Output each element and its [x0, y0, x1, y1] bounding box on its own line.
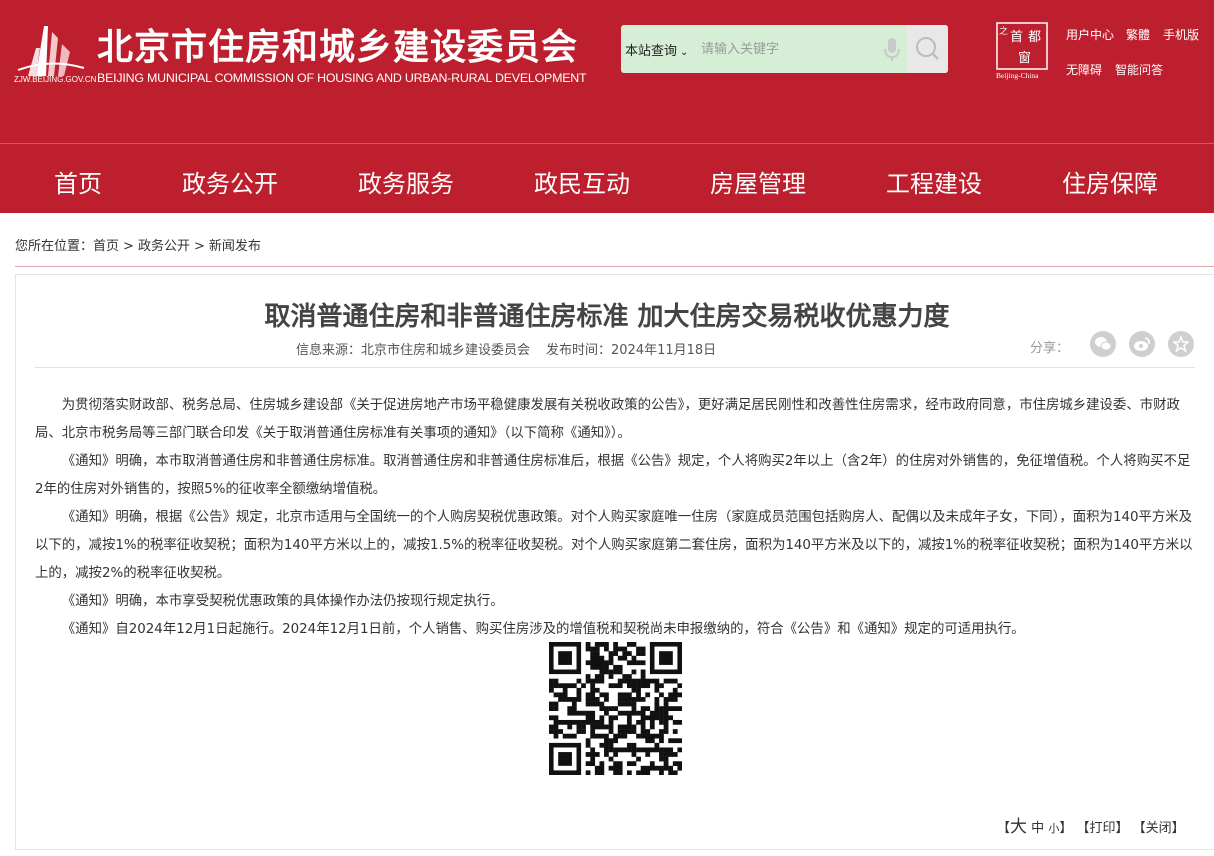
favorite-share-icon[interactable] [1168, 331, 1194, 357]
article-paragraph: 《通知》明确，本市取消普通住房和非普通住房标准。取消普通住房和非普通住房标准后，… [35, 454, 1191, 497]
microphone-icon[interactable] [883, 37, 901, 63]
search-icon [916, 37, 939, 60]
site-header: ZJW.BEIJING.GOV.CN 北京市住房和城乡建设委员会 BEIJING… [0, 0, 1214, 143]
weibo-icon [1134, 337, 1150, 351]
breadcrumb-news[interactable]: 新闻发布 [209, 239, 261, 254]
breadcrumb-prefix: 您所在位置： [15, 239, 94, 254]
link-user-center[interactable]: 用户中心 [1066, 26, 1114, 43]
breadcrumb-separator: > [123, 239, 134, 254]
search-button[interactable] [907, 25, 948, 73]
building-logo-icon[interactable] [14, 18, 86, 78]
link-traditional[interactable]: 繁體 [1126, 26, 1150, 43]
star-icon [1173, 336, 1189, 352]
link-accessibility[interactable]: 无障碍 [1066, 61, 1102, 78]
article-meta: 信息来源：北京市住房和城乡建设委员会 发布时间：2024年11月18日 [296, 339, 716, 358]
link-smart-qa[interactable]: 智能问答 [1115, 61, 1163, 78]
nav-housing-mgmt[interactable]: 房屋管理 [710, 164, 806, 199]
chevron-down-icon: ⌄ [680, 47, 689, 58]
link-mobile[interactable]: 手机版 [1163, 26, 1199, 43]
badge-char-1: 首 [1010, 30, 1023, 45]
badge-char-2: 都 [1028, 30, 1041, 45]
badge-caption: Beijing-China [996, 71, 1039, 80]
breadcrumb-separator: > [193, 239, 205, 254]
meta-divider [35, 367, 1195, 368]
article-title: 取消普通住房和非普通住房标准 加大住房交易税收优惠力度 [264, 302, 950, 332]
article-paragraph: 为贯彻落实财政部、税务总局、住房城乡建设部《关于促进房地产市场平稳健康发展有关税… [35, 398, 1180, 441]
capital-window-logo-icon[interactable]: 首 都 之 窗 Beijing-China [996, 22, 1048, 80]
share-label: 分享： [1030, 341, 1070, 356]
article-body: 为贯彻落实财政部、税务总局、住房城乡建设部《关于促进房地产市场平稳健康发展有关税… [35, 392, 1197, 644]
breadcrumb-divider [15, 266, 1214, 267]
breadcrumb-home[interactable]: 首页 [93, 239, 119, 254]
article-source: 信息来源：北京市住房和城乡建设委员会 [296, 343, 531, 358]
badge-char-3: 之 [999, 25, 1008, 37]
font-size-medium-button[interactable]: 中 [1031, 821, 1044, 836]
qr-code-icon [549, 642, 682, 775]
nav-gov-affairs[interactable]: 政务公开 [182, 164, 278, 199]
breadcrumb: 您所在位置：首页 > 政务公开 > 新闻发布 [15, 235, 265, 254]
bottom-divider [15, 849, 1214, 850]
article-date: 发布时间：2024年11月18日 [546, 343, 717, 358]
wechat-icon [1095, 337, 1112, 351]
nav-construction[interactable]: 工程建设 [886, 164, 982, 199]
site-title[interactable]: 北京市住房和城乡建设委员会 [97, 18, 578, 70]
article-paragraph: 《通知》明确，根据《公告》规定，北京市适用与全国统一的个人购房契税优惠政策。对个… [35, 510, 1193, 581]
font-size-large-button[interactable]: 大 [1010, 817, 1027, 837]
article-paragraph: 《通知》明确，本市享受契税优惠政策的具体操作办法仍按现行规定执行。 [61, 594, 504, 609]
font-size-small-button[interactable]: 小 [1048, 822, 1059, 835]
breadcrumb-gov-affairs[interactable]: 政务公开 [138, 239, 190, 254]
search-scope-select[interactable]: 本站查询 ⌄ [625, 40, 688, 59]
article-paragraph: 《通知》自2024年12月1日起施行。2024年12月1日前，个人销售、购买住房… [61, 622, 1025, 637]
search-scope-label: 本站查询 [625, 44, 678, 59]
nav-housing-security[interactable]: 住房保障 [1062, 164, 1158, 199]
logo-domain-text: ZJW.BEIJING.GOV.CN [14, 75, 97, 84]
nav-gov-services[interactable]: 政务服务 [358, 164, 454, 199]
article-tools: 【大 中 小】 【打印】 【关闭】 [997, 817, 1185, 837]
nav-interaction[interactable]: 政民互动 [534, 164, 630, 199]
close-button[interactable]: 【关闭】 [1133, 821, 1185, 836]
badge-char-4: 窗 [1018, 50, 1031, 66]
main-nav: 首页 政务公开 政务服务 政民互动 房屋管理 工程建设 住房保障 [0, 143, 1214, 213]
print-button[interactable]: 【打印】 [1076, 821, 1128, 836]
nav-home[interactable]: 首页 [54, 164, 102, 199]
site-subtitle: BEIJING MUNICIPAL COMMISSION OF HOUSING … [97, 71, 587, 85]
wechat-share-icon[interactable] [1090, 331, 1116, 357]
search-input[interactable] [701, 35, 881, 63]
weibo-share-icon[interactable] [1129, 331, 1155, 357]
